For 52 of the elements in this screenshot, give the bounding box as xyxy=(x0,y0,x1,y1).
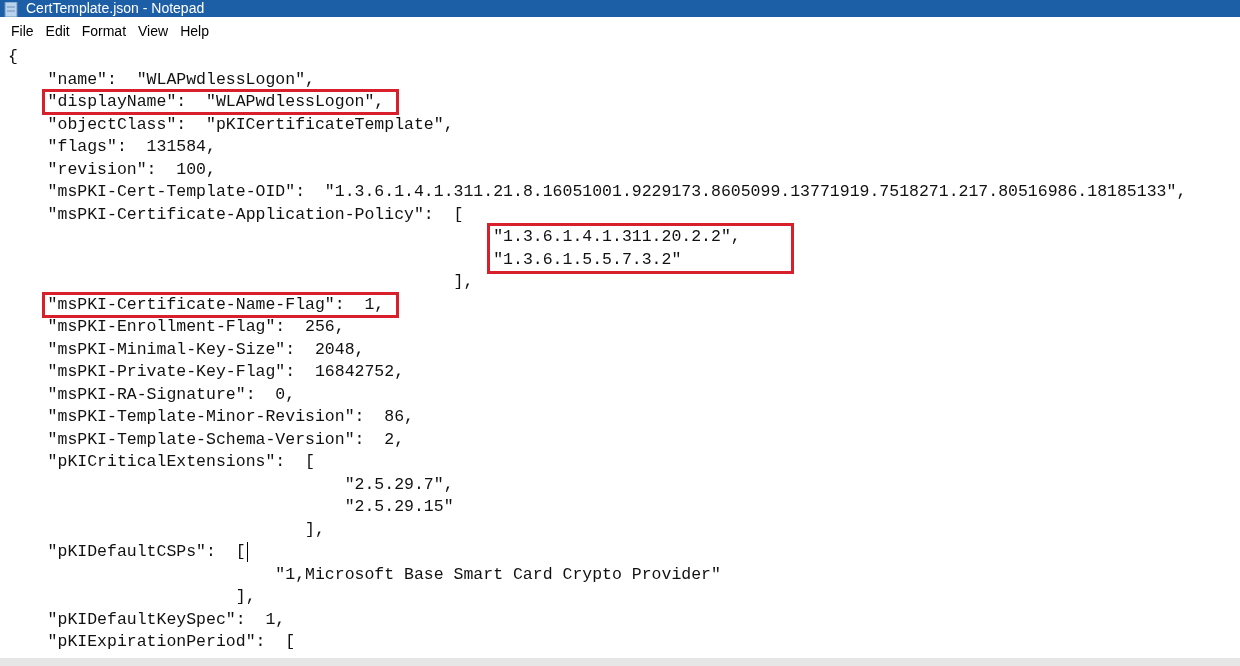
menu-item[interactable]: View xyxy=(133,20,174,42)
json-key: "flags": xyxy=(47,136,127,159)
json-value: 131584, xyxy=(146,136,216,158)
json-key: "msPKI-Template-Schema-Version": xyxy=(47,428,365,451)
json-bracket: [ xyxy=(235,541,246,563)
json-value: 256, xyxy=(305,316,345,338)
json-value: 1, xyxy=(364,293,385,316)
json-value: 0, xyxy=(275,383,296,406)
json-key: "objectClass": xyxy=(47,113,187,136)
json-bracket: [ xyxy=(305,451,315,473)
json-key: "msPKI-Certificate-Application-Policy": xyxy=(47,203,434,226)
notepad-icon xyxy=(4,2,18,17)
json-key: "name": xyxy=(47,68,117,91)
json-bracket: [ xyxy=(453,203,464,226)
menu-item[interactable]: File xyxy=(6,20,39,42)
json-value: "2.5.29.15" xyxy=(344,496,454,518)
json-value: "1,Microsoft Base Smart Card Crypto Provider" xyxy=(275,563,721,586)
json-key: "msPKI-Certificate-Name-Flag": xyxy=(47,293,345,316)
json-value: "1.3.6.1.5.5.7.3.2" xyxy=(493,248,683,271)
json-value: "1.3.6.1.4.1.311.21.8.16051001.9229173.8605099.13771919.7518271.217.80516986.18185133", xyxy=(324,181,1187,203)
json-key: "msPKI-RA-Signature": xyxy=(47,383,256,406)
window-title: CertTemplate.json - Notepad xyxy=(26,0,205,17)
menu-item[interactable]: Format xyxy=(76,20,132,42)
json-key: "msPKI-Cert-Template-OID": xyxy=(47,181,306,204)
json-value: "pKICertificateTemplate", xyxy=(206,113,454,136)
json-value: 2048, xyxy=(314,338,365,361)
json-bracket: ], xyxy=(305,519,325,539)
json-key: "msPKI-Template-Minor-Revision": xyxy=(47,406,365,429)
json-key: "pKIExpirationPeriod": xyxy=(47,631,266,654)
json-value: "2.5.29.7", xyxy=(344,473,454,496)
json-bracket: ], xyxy=(235,587,256,606)
json-value: "1.3.6.1.4.1.311.20.2.2", xyxy=(493,226,741,248)
menu-item[interactable]: Help xyxy=(175,20,214,42)
json-value: "WLAPwdlessLogon", xyxy=(206,91,385,113)
json-bracket: { xyxy=(8,47,18,66)
json-value: 100, xyxy=(176,158,216,181)
json-bracket: [ xyxy=(285,631,296,653)
json-key: "msPKI-Enrollment-Flag": xyxy=(47,316,286,339)
json-key: "displayName": xyxy=(47,91,187,114)
json-value: 86, xyxy=(384,406,414,428)
json-key: "msPKI-Minimal-Key-Size": xyxy=(47,338,296,361)
json-key: "pKIDefaultCSPs": xyxy=(47,541,216,564)
json-value: "WLAPwdlessLogon", xyxy=(136,68,315,91)
menu-item[interactable]: Edit xyxy=(40,20,75,42)
json-value: 16842752, xyxy=(314,361,405,383)
json-key: "pKICriticalExtensions": xyxy=(47,451,286,474)
json-value: 2, xyxy=(384,428,405,451)
json-bracket: ], xyxy=(453,272,474,291)
json-key: "pKIDefaultKeySpec": xyxy=(47,608,246,631)
json-key: "revision": xyxy=(47,158,157,181)
json-value: 1, xyxy=(265,608,286,631)
json-key: "msPKI-Private-Key-Flag": xyxy=(47,361,296,384)
